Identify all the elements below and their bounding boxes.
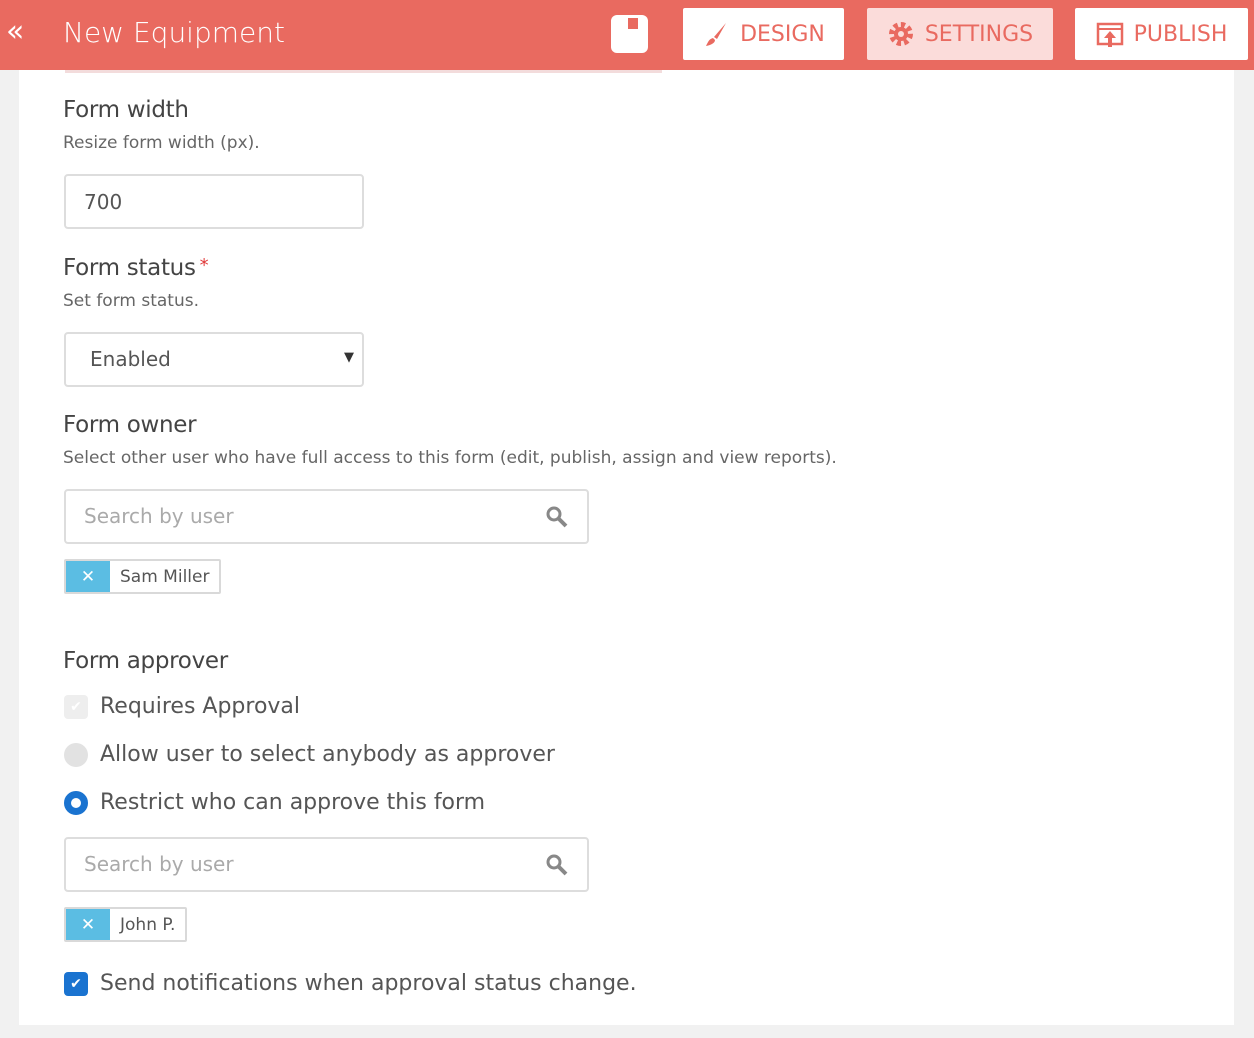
owner-tag: ✕ Sam Miller	[64, 559, 222, 594]
remove-tag-icon[interactable]: ✕	[66, 909, 110, 940]
publish-icon	[1096, 22, 1123, 47]
search-icon[interactable]	[545, 505, 569, 529]
dropdown-arrow-icon: ▼	[344, 350, 354, 365]
notify-checkbox[interactable]: ✔ Send notifications when approval statu…	[64, 971, 637, 996]
radio-unselected-icon	[64, 742, 88, 767]
required-marker: *	[199, 255, 209, 276]
owner-search-input[interactable]: Search by user	[64, 489, 589, 544]
form-approver-label: Form approver	[63, 648, 228, 674]
settings-button[interactable]: SETTINGS	[867, 8, 1053, 60]
remove-tag-icon[interactable]: ✕	[66, 561, 110, 592]
brush-icon	[706, 23, 727, 46]
checkbox-checked-icon: ✔	[64, 971, 88, 996]
form-width-help: Resize form width (px).	[63, 133, 260, 153]
search-icon[interactable]	[545, 853, 569, 877]
approver-search-input[interactable]: Search by user	[64, 837, 589, 892]
radio-selected-icon	[64, 790, 88, 815]
divider	[65, 70, 662, 73]
requires-approval-checkbox[interactable]: ✔ Requires Approval	[64, 694, 300, 719]
allow-any-radio[interactable]: Allow user to select anybody as approver	[64, 742, 555, 767]
gear-icon	[888, 22, 913, 46]
back-icon[interactable]: «	[6, 14, 24, 50]
save-icon[interactable]	[611, 15, 648, 53]
checkbox-checked-disabled-icon: ✔	[64, 694, 88, 719]
design-button[interactable]: DESIGN	[683, 8, 844, 60]
form-status-label: Form status *	[63, 255, 209, 281]
form-owner-help: Select other user who have full access t…	[63, 448, 837, 468]
form-width-input[interactable]: 700	[64, 174, 364, 229]
page-title: New Equipment	[63, 16, 285, 49]
approver-tag: ✕ John P.	[64, 907, 188, 942]
publish-button[interactable]: PUBLISH	[1075, 8, 1248, 60]
form-status-help: Set form status.	[63, 291, 199, 311]
form-status-select[interactable]: Enabled ▼	[64, 332, 364, 387]
form-owner-label: Form owner	[63, 412, 197, 438]
restrict-radio[interactable]: Restrict who can approve this form	[64, 790, 485, 815]
form-width-label: Form width	[63, 97, 189, 123]
top-bar: « New Equipment DESIGN SETTINGS PUBLISH	[0, 0, 1254, 70]
